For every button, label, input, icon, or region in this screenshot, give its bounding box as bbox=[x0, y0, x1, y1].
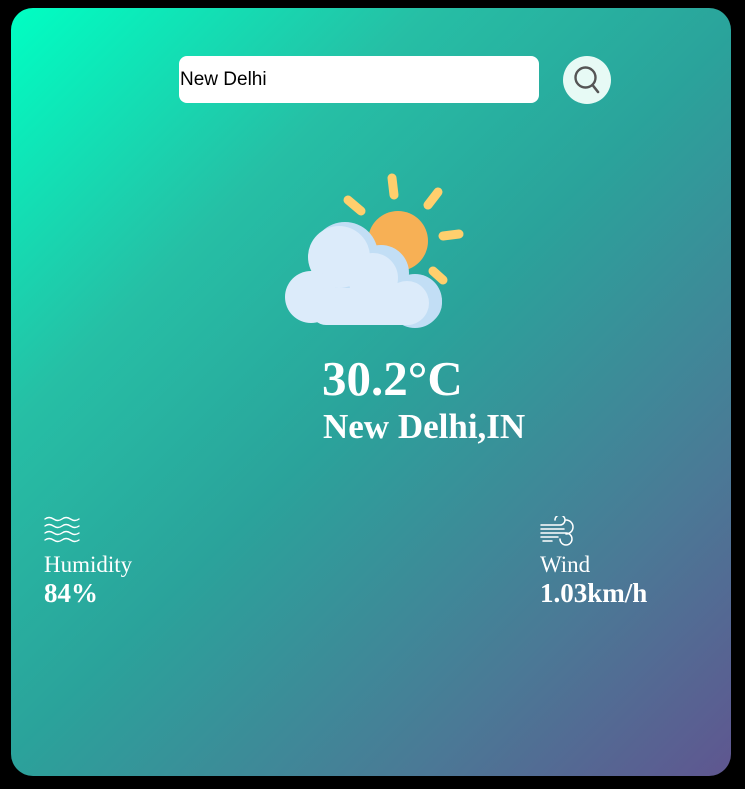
humidity-panel: Humidity 84% bbox=[44, 516, 132, 608]
search-button[interactable] bbox=[563, 56, 611, 104]
wind-panel: Wind 1.03km/h bbox=[540, 516, 647, 608]
humidity-label: Humidity bbox=[44, 552, 133, 577]
weather-card: 30.2°C New Delhi,IN Humidity 84% Wind bbox=[11, 8, 731, 776]
humidity-waves-icon bbox=[44, 516, 80, 543]
location-name: New Delhi,IN bbox=[323, 407, 526, 446]
wind-value: 1.03km/h bbox=[540, 578, 648, 608]
wind-label: Wind bbox=[540, 552, 591, 577]
temperature-value: 30.2°C bbox=[322, 351, 463, 406]
humidity-value: 84% bbox=[44, 578, 98, 608]
partly-cloudy-icon bbox=[285, 173, 464, 328]
wind-icon bbox=[540, 516, 574, 546]
search-input[interactable] bbox=[179, 56, 539, 103]
search-icon bbox=[574, 66, 600, 94]
